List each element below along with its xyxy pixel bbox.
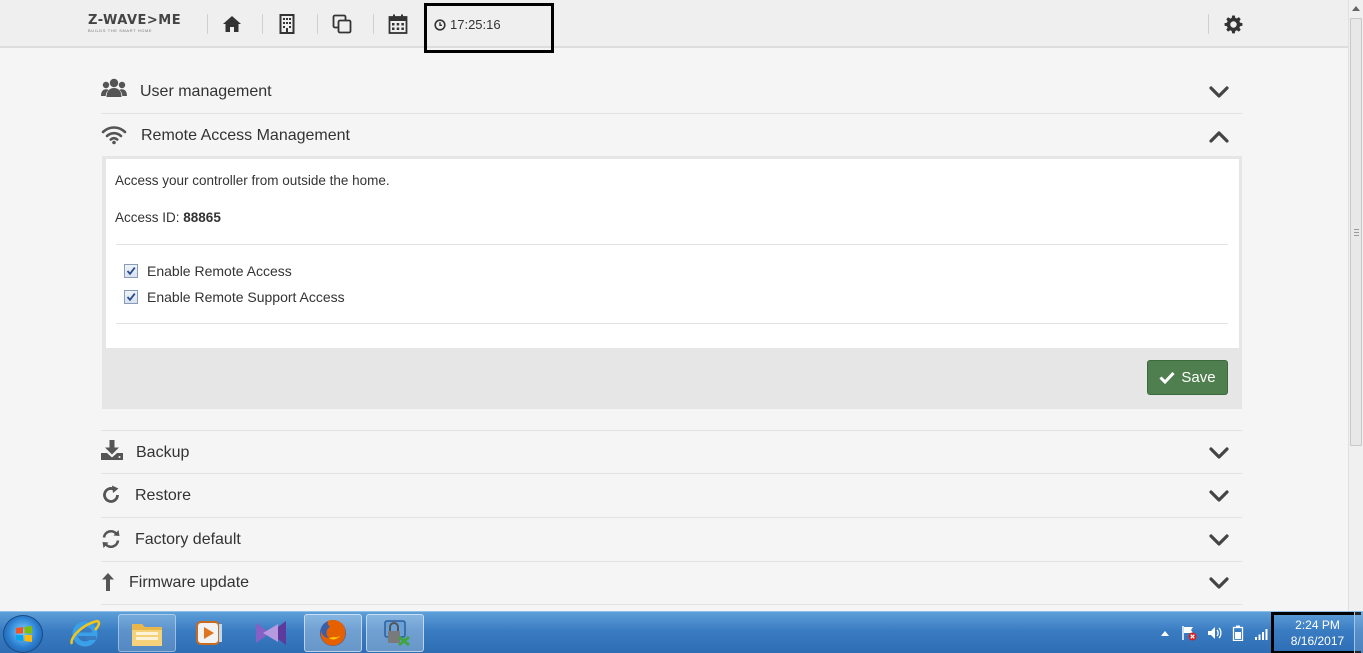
checkmark-icon — [126, 293, 136, 302]
rooms-nav-button[interactable] — [274, 12, 300, 36]
scrollbar-thumb[interactable] — [1350, 18, 1362, 446]
divider — [116, 323, 1228, 324]
section-label: User management — [140, 83, 272, 100]
home-icon — [223, 16, 241, 32]
chevron-down-icon[interactable] — [1208, 445, 1230, 461]
access-id-line: Access ID: 88865 — [115, 210, 221, 225]
signal-bars-icon — [1255, 629, 1268, 640]
network-tray[interactable] — [1254, 625, 1270, 641]
chevron-down-icon[interactable] — [1208, 575, 1230, 591]
remote-access-content: Access your controller from outside the … — [106, 159, 1239, 348]
nav-divider — [262, 14, 263, 34]
chevron-up-icon[interactable] — [1208, 128, 1230, 144]
remote-access-description: Access your controller from outside the … — [115, 173, 390, 188]
logo-text: Z-WAVE>ME — [88, 13, 182, 28]
battery-icon — [1232, 625, 1244, 641]
taskbar-visual-studio[interactable] — [242, 614, 300, 652]
restore-icon — [101, 484, 127, 506]
nav-divider — [1208, 14, 1209, 34]
refresh-icon — [101, 528, 127, 550]
internet-explorer-icon — [70, 619, 101, 647]
users-icon — [101, 78, 127, 100]
save-button[interactable]: Save — [1147, 360, 1228, 395]
enable-remote-access-checkbox[interactable] — [124, 264, 138, 278]
download-icon — [101, 439, 127, 461]
visual-studio-icon — [256, 621, 286, 645]
section-label: Restore — [135, 487, 192, 504]
access-id-value: 88865 — [183, 210, 221, 225]
media-player-icon — [196, 621, 222, 645]
events-nav-button[interactable] — [385, 12, 411, 36]
zwave-me-logo[interactable]: Z-WAVE>ME BUILDS THE SMART HOME — [88, 14, 188, 36]
checkbox-label: Enable Remote Access — [147, 263, 292, 279]
scroll-up-arrow[interactable] — [1352, 6, 1360, 11]
volume-tray[interactable] — [1206, 625, 1222, 641]
section-restore[interactable]: Restore — [101, 474, 1242, 518]
checkbox-label: Enable Remote Support Access — [147, 289, 345, 305]
chevron-down-icon[interactable] — [1208, 532, 1230, 548]
upload-arrow-icon — [101, 571, 127, 593]
battery-tray[interactable] — [1230, 625, 1246, 641]
enable-remote-support-access-checkbox[interactable] — [124, 290, 138, 304]
logo-tagline: BUILDS THE SMART HOME — [88, 28, 153, 33]
page-scrollbar[interactable] — [1348, 0, 1363, 611]
enable-remote-support-access-option[interactable]: Enable Remote Support Access — [124, 289, 345, 305]
system-date: 8/16/2017 — [1290, 634, 1345, 648]
scrollbar-grip — [1354, 229, 1359, 236]
system-clock[interactable]: 2:24 PM 8/16/2017 — [1271, 612, 1361, 653]
caret-up-icon — [1161, 631, 1169, 636]
network-lock-icon — [384, 620, 410, 647]
taskbar-network-tool[interactable] — [366, 614, 424, 652]
clock-highlight-box — [424, 3, 554, 53]
remote-access-panel: Access your controller from outside the … — [102, 156, 1242, 409]
speaker-icon — [1208, 627, 1222, 639]
copy-icon — [332, 14, 352, 34]
section-remote-access-management[interactable]: Remote Access Management — [101, 114, 1242, 158]
elements-nav-button[interactable] — [329, 12, 355, 36]
firefox-icon — [320, 620, 346, 646]
windows-logo-icon — [16, 626, 32, 642]
section-user-management[interactable]: User management — [101, 70, 1242, 114]
calendar-icon — [388, 14, 408, 34]
section-factory-default[interactable]: Factory default — [101, 518, 1242, 562]
section-label: Firmware update — [129, 574, 250, 591]
chevron-down-icon[interactable] — [1208, 488, 1230, 504]
start-button[interactable] — [3, 615, 43, 653]
section-label: Factory default — [135, 531, 241, 548]
taskbar-internet-explorer[interactable] — [56, 614, 114, 652]
taskbar-media-player[interactable] — [180, 614, 238, 652]
section-firmware-update[interactable]: Firmware update — [101, 561, 1242, 605]
section-label: Backup — [136, 444, 190, 461]
checkmark-icon — [126, 267, 136, 276]
check-icon — [1159, 371, 1175, 384]
chevron-down-icon[interactable] — [1208, 84, 1230, 100]
show-hidden-icons-button[interactable] — [1157, 625, 1173, 641]
action-center-flag-icon — [1182, 626, 1197, 641]
nav-divider — [317, 14, 318, 34]
action-center-tray[interactable] — [1181, 625, 1197, 641]
divider — [116, 244, 1228, 245]
section-backup[interactable]: Backup — [101, 430, 1242, 474]
enable-remote-access-option[interactable]: Enable Remote Access — [124, 263, 292, 279]
gear-icon — [1224, 14, 1242, 33]
nav-divider — [207, 14, 208, 34]
access-id-label: Access ID: — [115, 210, 180, 225]
save-label: Save — [1181, 369, 1216, 386]
top-navbar: Z-WAVE>ME BUILDS THE SMART HOME 17:25:16 — [0, 0, 1348, 53]
building-icon — [279, 14, 295, 34]
nav-divider — [373, 14, 374, 34]
system-time: 2:24 PM — [1295, 618, 1340, 632]
home-nav-button[interactable] — [219, 12, 245, 36]
show-desktop-button[interactable] — [1354, 612, 1363, 653]
taskbar-firefox[interactable] — [304, 614, 362, 652]
taskbar-file-explorer[interactable] — [118, 614, 176, 652]
section-label: Remote Access Management — [141, 127, 350, 144]
wifi-icon — [101, 124, 127, 146]
settings-button[interactable] — [1220, 12, 1246, 36]
windows-taskbar: 2:24 PM 8/16/2017 — [0, 611, 1363, 653]
file-explorer-icon — [132, 624, 162, 646]
